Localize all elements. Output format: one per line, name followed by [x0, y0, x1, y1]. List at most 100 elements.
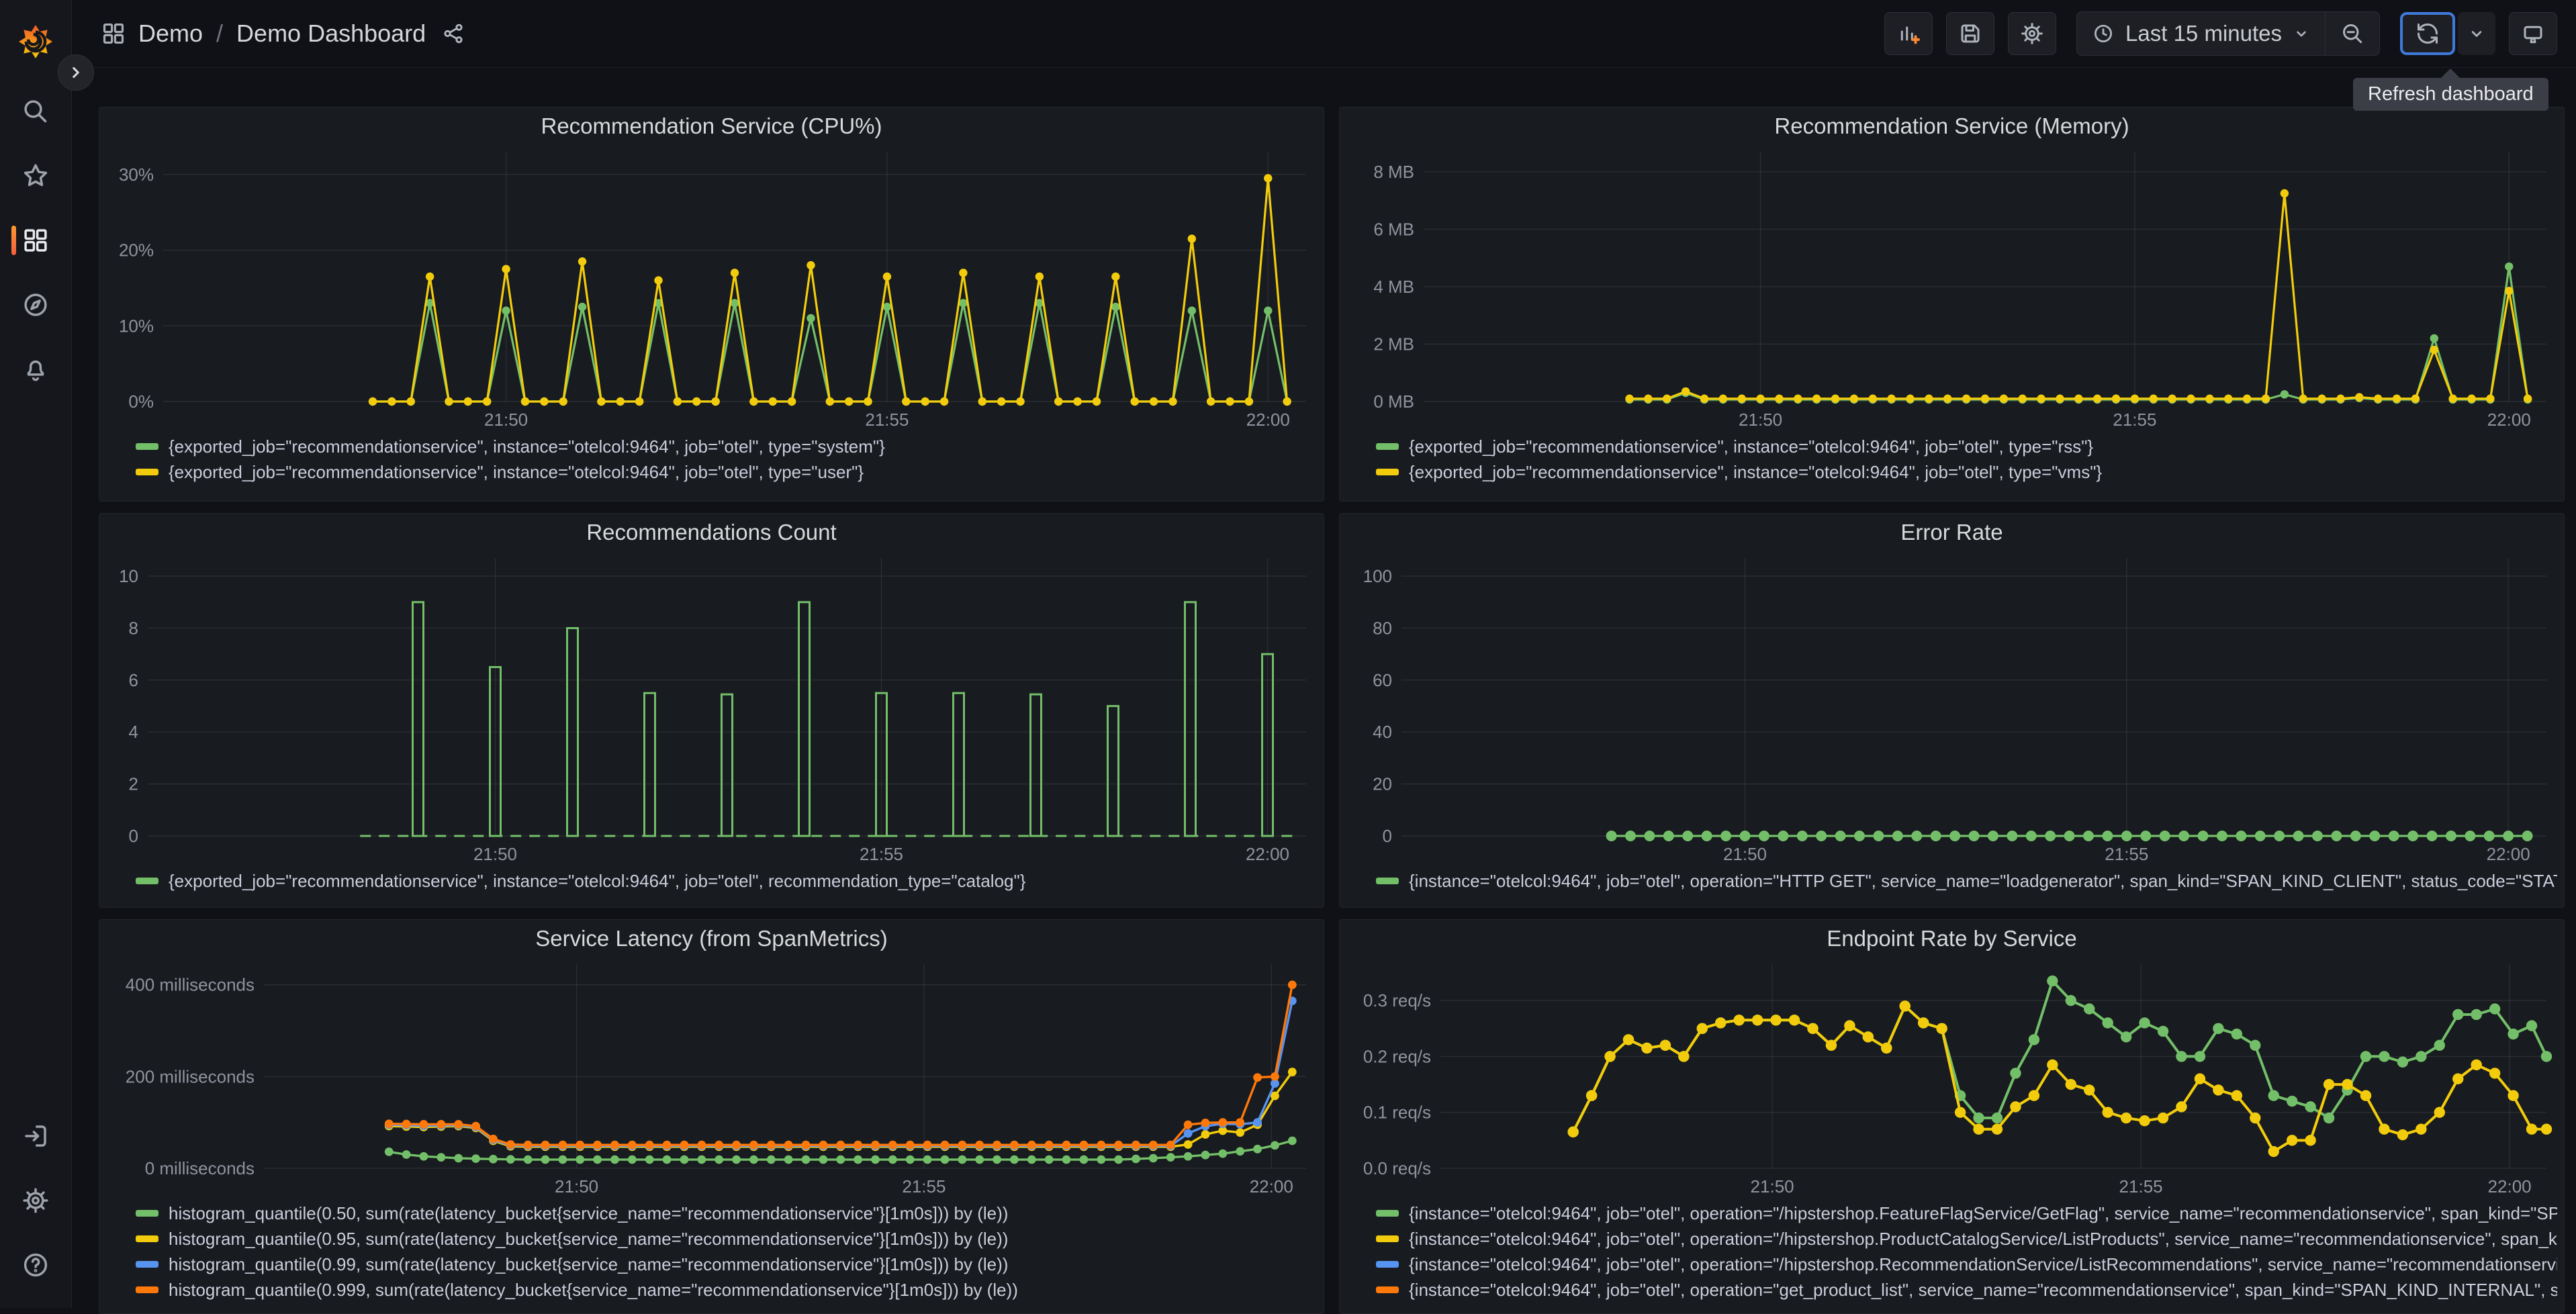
svg-text:2 MB: 2 MB	[1373, 334, 1414, 354]
legend-label: histogram_quantile(0.999, sum(rate(laten…	[169, 1279, 1018, 1300]
legend-item[interactable]: {instance="otelcol:9464", job="otel", op…	[1376, 1201, 2557, 1226]
svg-text:21:50: 21:50	[484, 410, 528, 430]
legend-item[interactable]: histogram_quantile(0.95, sum(rate(latenc…	[136, 1226, 1317, 1252]
panel-title[interactable]: Service Latency (from SpanMetrics)	[99, 920, 1324, 955]
svg-text:0: 0	[1383, 826, 1392, 846]
sidebar-expand-button[interactable]	[58, 54, 94, 91]
legend-item[interactable]: {exported_job="recommendationservice", i…	[136, 434, 1317, 459]
panel-title[interactable]: Recommendation Service (CPU%)	[99, 107, 1324, 142]
breadcrumb-section[interactable]: Demo	[138, 19, 203, 48]
sidebar-item-sign-in[interactable]	[0, 1104, 71, 1168]
sidebar-item-search[interactable]	[0, 79, 71, 144]
error-rate-legend: {instance="otelcol:9464", job="otel", op…	[1340, 867, 2564, 907]
svg-text:20%: 20%	[119, 240, 154, 261]
panel-title[interactable]: Endpoint Rate by Service	[1340, 920, 2564, 955]
legend-item[interactable]: {exported_job="recommendationservice", i…	[136, 459, 1317, 485]
svg-text:21:50: 21:50	[1751, 1176, 1794, 1196]
svg-text:4 MB: 4 MB	[1373, 277, 1414, 297]
memory-chart[interactable]: 0 MB 2 MB 4 MB 6 MB 8 MB 21:50 21:55 22:00	[1340, 142, 2564, 432]
add-panel-button[interactable]	[1884, 12, 1933, 55]
svg-text:21:55: 21:55	[865, 410, 909, 430]
refresh-dashboard-button[interactable]	[2400, 12, 2455, 55]
top-bar: Demo / Demo Dashboard Last 15 minutes	[71, 0, 2576, 68]
star-icon	[24, 164, 48, 187]
monitor-icon	[2524, 26, 2542, 44]
legend-item[interactable]: {exported_job="recommendationservice", i…	[1376, 459, 2557, 485]
error-rate-chart[interactable]: 0 20 40 60 80 100 21:50 21:55 22:00	[1340, 549, 2564, 867]
panel-title[interactable]: Error Rate	[1340, 514, 2564, 549]
svg-text:21:55: 21:55	[902, 1176, 946, 1196]
zoom-out-button[interactable]	[2326, 12, 2379, 55]
svg-text:30%: 30%	[119, 165, 154, 185]
sidebar	[0, 0, 72, 1308]
cpu-chart[interactable]: 0% 10% 20% 30% 21:50 21:55 22:00	[99, 142, 1324, 432]
legend-item[interactable]: {exported_job="recommendationservice", i…	[1376, 434, 2557, 459]
time-controls-group: Last 15 minutes	[2076, 11, 2380, 56]
latency-chart[interactable]: 0 milliseconds 200 milliseconds 400 millis…	[99, 955, 1324, 1199]
legend-item[interactable]: histogram_quantile(0.50, sum(rate(latenc…	[136, 1201, 1317, 1226]
endpoint-rate-chart[interactable]: 0.0 req/s 0.1 req/s 0.2 req/s 0.3 req/s 21:5…	[1340, 955, 2564, 1199]
sidebar-item-alerting[interactable]	[0, 337, 71, 402]
panel-title[interactable]: Recommendation Service (Memory)	[1340, 107, 2564, 142]
svg-text:22:00: 22:00	[2487, 410, 2531, 430]
panel-service-latency: Service Latency (from SpanMetrics) 0 mil…	[99, 919, 1324, 1314]
legend-item[interactable]: {instance="otelcol:9464", job="otel", op…	[1376, 1252, 2557, 1277]
dashboards-grid-icon	[24, 229, 47, 252]
add-panel-icon	[1900, 26, 1920, 44]
panel-memory: Recommendation Service (Memory) 0 MB 2 MB…	[1339, 107, 2565, 502]
sidebar-item-help[interactable]	[0, 1233, 71, 1297]
time-range-picker[interactable]: Last 15 minutes	[2077, 12, 2325, 55]
sidebar-bottom-nav	[0, 1104, 71, 1297]
svg-text:8 MB: 8 MB	[1373, 162, 1414, 182]
legend-swatch-icon	[1376, 1286, 1399, 1293]
panel-error-rate: Error Rate 0 20 40 60 80 100 21:50 21:55 22:00 {…	[1339, 513, 2565, 908]
sidebar-item-starred[interactable]	[0, 144, 71, 208]
legend-swatch-icon	[136, 1235, 158, 1242]
svg-text:21:50: 21:50	[473, 844, 517, 864]
sidebar-item-explore[interactable]	[0, 273, 71, 337]
svg-text:20: 20	[1373, 774, 1392, 794]
breadcrumb-separator: /	[216, 19, 224, 47]
svg-text:21:55: 21:55	[2119, 1176, 2163, 1196]
endpoint-rate-legend: {instance="otelcol:9464", job="otel", op…	[1340, 1199, 2564, 1313]
legend-item[interactable]: histogram_quantile(0.99, sum(rate(latenc…	[136, 1252, 1317, 1277]
memory-legend: {exported_job="recommendationservice", i…	[1340, 432, 2564, 501]
time-range-label: Last 15 minutes	[2125, 21, 2282, 46]
refresh-tooltip: Refresh dashboard	[2353, 68, 2548, 111]
recommendations-chart[interactable]: 0 2 4 6 8 10 21:50 21:55 22:00	[99, 549, 1324, 867]
legend-label: {exported_job="recommendationservice", i…	[169, 436, 885, 457]
legend-item[interactable]: {instance="otelcol:9464", job="otel", op…	[1376, 868, 2557, 894]
refresh-interval-button[interactable]	[2458, 12, 2495, 55]
save-dashboard-button[interactable]	[1946, 12, 1995, 55]
legend-item[interactable]: histogram_quantile(0.999, sum(rate(laten…	[136, 1277, 1317, 1303]
svg-text:10: 10	[119, 566, 138, 586]
legend-item[interactable]: {exported_job="recommendationservice", i…	[136, 868, 1317, 894]
panel-title[interactable]: Recommendations Count	[99, 514, 1324, 549]
zoom-out-icon	[2343, 24, 2362, 44]
grafana-logo[interactable]	[18, 24, 53, 59]
cpu-legend: {exported_job="recommendationservice", i…	[99, 432, 1324, 501]
legend-item[interactable]: {instance="otelcol:9464", job="otel", op…	[1376, 1277, 2557, 1303]
sidebar-item-dashboards[interactable]	[0, 208, 71, 273]
svg-text:60: 60	[1373, 670, 1392, 690]
svg-text:22:00: 22:00	[2488, 1176, 2532, 1196]
legend-label: {exported_job="recommendationservice", i…	[1409, 461, 2103, 482]
legend-label: {instance="otelcol:9464", job="otel", op…	[1409, 1254, 2557, 1274]
breadcrumb-page[interactable]: Demo Dashboard	[236, 19, 426, 48]
svg-text:8: 8	[129, 618, 138, 638]
legend-swatch-icon	[136, 1261, 158, 1268]
kiosk-mode-button[interactable]	[2509, 12, 2557, 55]
breadcrumb: Demo / Demo Dashboard	[101, 19, 465, 48]
sidebar-item-settings[interactable]	[0, 1168, 71, 1233]
legend-label: {exported_job="recommendationservice", i…	[1409, 436, 2094, 457]
share-icon[interactable]	[442, 22, 465, 45]
svg-text:21:55: 21:55	[860, 844, 903, 864]
legend-item[interactable]: {instance="otelcol:9464", job="otel", op…	[1376, 1226, 2557, 1252]
svg-text:100: 100	[1363, 566, 1392, 586]
svg-text:0.0 req/s: 0.0 req/s	[1363, 1158, 1431, 1178]
compass-icon	[24, 293, 47, 316]
legend-label: histogram_quantile(0.99, sum(rate(latenc…	[169, 1254, 1009, 1274]
dashboard-settings-button[interactable]	[2008, 12, 2057, 55]
sign-in-icon	[25, 1125, 46, 1147]
svg-text:400 milliseconds: 400 milliseconds	[126, 975, 255, 995]
